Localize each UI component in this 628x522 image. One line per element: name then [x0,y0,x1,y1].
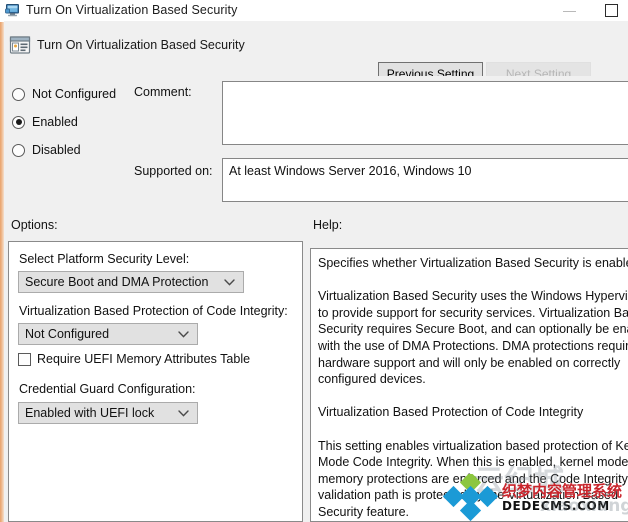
supported-on-label: Supported on: [134,164,213,178]
help-caption: Help: [313,218,343,232]
supported-on-value: At least Windows Server 2016, Windows 10 [222,158,628,202]
computer-monitor-icon [5,3,21,18]
radio-label-not-configured: Not Configured [32,87,117,101]
radio-icon-enabled [12,115,25,129]
maximize-icon [605,4,618,17]
chevron-down-icon [178,403,189,423]
radio-label-enabled: Enabled [32,115,78,129]
checkbox-icon-uefi-memory [18,352,31,366]
window-title: Turn On Virtualization Based Security [26,3,238,17]
code-integrity-label: Virtualization Based Protection of Code … [19,304,288,318]
maximize-button[interactable] [596,0,628,21]
group-policy-setting-dialog: Turn On Virtualization Based Security Tu… [0,0,628,522]
code-integrity-select[interactable]: Not Configured [18,323,198,345]
setting-title: Turn On Virtualization Based Security [37,38,245,52]
chevron-down-icon [178,324,189,344]
platform-security-level-value: Secure Boot and DMA Protection [25,275,209,289]
policy-setting-icon [9,34,31,56]
help-panel[interactable]: Specifies whether Virtualization Based S… [310,248,628,522]
require-uefi-memory-attributes-label: Require UEFI Memory Attributes Table [37,352,251,366]
radio-label-disabled: Disabled [32,143,81,157]
credential-guard-value: Enabled with UEFI lock [25,406,155,420]
require-uefi-memory-attributes-checkbox[interactable]: Require UEFI Memory Attributes Table [18,352,250,366]
radio-disabled[interactable]: Disabled [12,141,81,159]
minimize-icon [563,11,576,12]
comment-input[interactable] [222,81,628,145]
options-panel: Select Platform Security Level: Secure B… [8,241,303,522]
radio-not-configured[interactable]: Not Configured [12,85,116,103]
platform-security-level-label: Select Platform Security Level: [19,252,190,266]
help-text: Specifies whether Virtualization Based S… [318,256,628,519]
chevron-down-icon [224,272,235,292]
radio-icon-not-configured [12,87,25,101]
radio-enabled[interactable]: Enabled [12,113,78,131]
options-caption: Options: [11,218,58,232]
code-integrity-value: Not Configured [25,327,110,341]
title-bar: Turn On Virtualization Based Security [0,0,628,22]
radio-icon-disabled [12,143,25,157]
comment-label: Comment: [134,85,192,99]
credential-guard-label: Credential Guard Configuration: [19,382,196,396]
minimize-button[interactable] [553,0,586,21]
setting-state-area: Not Configured Enabled Disabled Comment:… [4,76,628,212]
credential-guard-select[interactable]: Enabled with UEFI lock [18,402,198,424]
platform-security-level-select[interactable]: Secure Boot and DMA Protection [18,271,244,293]
setting-header: Turn On Virtualization Based Security Pr… [4,21,628,85]
